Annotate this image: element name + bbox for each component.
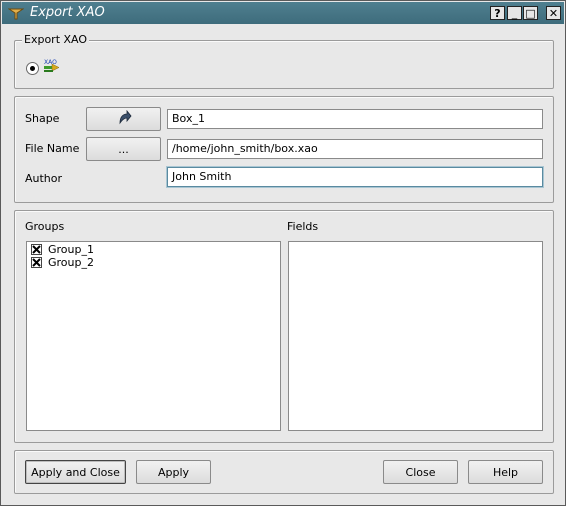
radio-selected-dot (30, 66, 35, 71)
groups-list[interactable]: Group_1 Group_2 (26, 241, 281, 431)
filename-label: File Name (25, 142, 80, 155)
minimize-button[interactable]: _ (507, 6, 522, 20)
apply-button[interactable]: Apply (136, 460, 211, 484)
title-bar[interactable]: Export XAO ? _ □ ✕ (2, 2, 564, 24)
export-xao-radio[interactable] (26, 62, 39, 75)
group-checkbox[interactable] (31, 257, 42, 268)
filename-field[interactable]: /home/john_smith/box.xao (167, 139, 543, 159)
help-button[interactable]: Help (468, 460, 543, 484)
close-button[interactable]: Close (383, 460, 458, 484)
close-window-button[interactable]: ✕ (546, 6, 561, 20)
help-title-button[interactable]: ? (490, 6, 505, 20)
export-xao-group-title: Export XAO (22, 33, 90, 46)
fields-list[interactable] (288, 241, 543, 431)
select-shape-button[interactable] (86, 107, 161, 131)
list-item[interactable]: Group_1 (31, 243, 94, 256)
maximize-button[interactable]: □ (523, 6, 538, 20)
browse-file-button[interactable]: ... (86, 137, 161, 161)
groups-label: Groups (25, 220, 65, 233)
window-title: Export XAO (30, 5, 105, 20)
select-arrow-icon (116, 109, 132, 129)
svg-text:XAO: XAO (44, 59, 57, 66)
export-xao-groupbox: Export XAO XAO (14, 33, 554, 89)
group-item-label: Group_2 (48, 256, 94, 269)
button-bar: Apply and Close Apply Close Help (14, 450, 554, 494)
author-label: Author (25, 172, 63, 185)
fields-label: Fields (287, 220, 319, 233)
author-field[interactable]: John Smith (167, 167, 543, 187)
group-checkbox[interactable] (31, 244, 42, 255)
export-parameters-groupbox: Shape Box_1 File Name ... /home/john_smi… (14, 96, 554, 203)
group-item-label: Group_1 (48, 243, 94, 256)
list-item[interactable]: Group_2 (31, 256, 94, 269)
xao-export-icon: XAO (43, 58, 61, 79)
groups-fields-groupbox: Groups Fields Group_1 Group_2 (14, 210, 554, 443)
app-logo-icon (7, 6, 25, 20)
apply-and-close-button[interactable]: Apply and Close (25, 460, 126, 484)
export-xao-dialog: Export XAO ? _ □ ✕ Export XAO XAO Shape (0, 0, 566, 506)
shape-label: Shape (25, 112, 60, 125)
shape-field[interactable]: Box_1 (167, 109, 543, 129)
